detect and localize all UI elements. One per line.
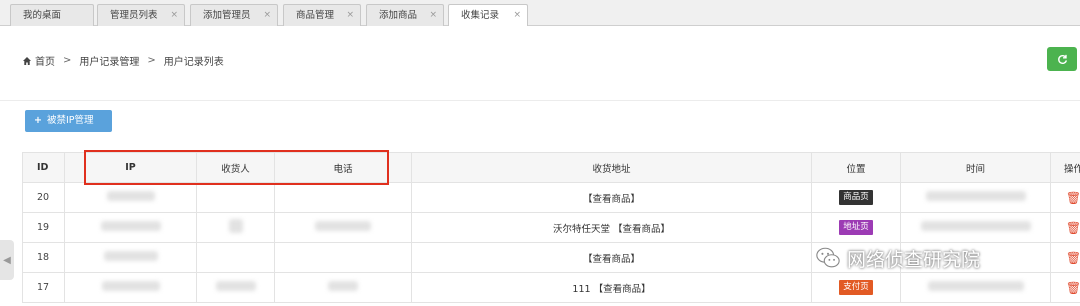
tab-add-product[interactable]: 添加商品 × — [366, 4, 444, 26]
cell-position: 支付页 — [811, 272, 901, 303]
breadcrumb-level2: 用户记录列表 — [163, 57, 224, 68]
cell-phone — [274, 242, 412, 273]
cell-ip-redacted — [64, 272, 197, 303]
cell-id: 20 — [22, 182, 65, 213]
cell-receiver — [196, 242, 275, 273]
close-icon[interactable]: × — [513, 5, 521, 26]
tab-label: 管理员列表 — [110, 10, 158, 21]
position-badge: 地址页 — [839, 220, 873, 235]
highlight-box — [84, 150, 389, 185]
refresh-button[interactable] — [1047, 47, 1077, 71]
tab-product-manage[interactable]: 商品管理 × — [283, 4, 361, 26]
cell-address[interactable]: 【查看商品】 — [411, 242, 812, 273]
cell-address[interactable]: 沃尔特任天堂 【查看商品】 — [411, 212, 812, 243]
trash-icon[interactable]: 🗑 — [1066, 251, 1080, 265]
cell-ip-redacted — [64, 212, 197, 243]
redacted-block — [328, 281, 358, 291]
cell-time-redacted — [900, 182, 1051, 213]
col-header-position[interactable]: 位置 — [811, 152, 901, 183]
cell-receiver-redacted — [196, 212, 275, 243]
cell-id: 18 — [22, 242, 65, 273]
table-row: 20 【查看商品】 商品页 🗑 — [22, 182, 1080, 213]
cell-address[interactable]: 【查看商品】 — [411, 182, 812, 213]
watermark-text: 网络侦查研究院 — [847, 248, 981, 271]
tab-bar: 我的桌面 管理员列表 × 添加管理员 × 商品管理 × 添加商品 × 收集记录 × — [0, 0, 1080, 27]
redacted-block — [100, 221, 161, 231]
cell-ip-redacted — [64, 182, 197, 213]
cell-receiver-redacted — [196, 272, 275, 303]
breadcrumb-separator: > — [63, 55, 72, 66]
table-row: 19 沃尔特任天堂 【查看商品】 地址页 🗑 — [22, 212, 1080, 243]
cell-phone-redacted — [274, 212, 412, 243]
tab-label: 收集记录 — [461, 10, 500, 21]
redacted-block — [925, 191, 1026, 201]
tab-label: 添加商品 — [379, 10, 418, 21]
tab-add-admin[interactable]: 添加管理员 × — [190, 4, 278, 26]
breadcrumb-separator: > — [147, 55, 156, 66]
refresh-icon — [1057, 54, 1067, 64]
col-header-id[interactable]: ID — [22, 152, 65, 183]
position-badge: 支付页 — [839, 280, 873, 295]
redacted-block — [215, 281, 256, 291]
table-row: 17 111 【查看商品】 支付页 🗑 — [22, 272, 1080, 303]
redacted-block — [103, 251, 158, 261]
cell-ip-redacted — [64, 242, 197, 273]
trash-icon[interactable]: 🗑 — [1066, 191, 1080, 205]
redacted-block — [927, 281, 1024, 291]
tab-label: 我的桌面 — [23, 10, 62, 21]
redacted-block — [315, 221, 371, 231]
trash-icon[interactable]: 🗑 — [1066, 281, 1080, 295]
tab-my-desktop[interactable]: 我的桌面 — [10, 4, 94, 26]
button-label: 被禁IP管理 — [47, 115, 94, 126]
col-header-ops: 操作 — [1050, 152, 1080, 183]
cell-position: 商品页 — [811, 182, 901, 213]
position-badge: 商品页 — [839, 190, 873, 205]
cell-id: 17 — [22, 272, 65, 303]
breadcrumb-bar: 首页 > 用户记录管理 > 用户记录列表 — [0, 26, 1080, 90]
redacted-block — [228, 219, 243, 233]
cell-phone-redacted — [274, 272, 412, 303]
cell-id: 19 — [22, 212, 65, 243]
cell-time-redacted — [900, 212, 1051, 243]
cell-ops: 🗑 — [1050, 272, 1080, 303]
watermark: 网络侦查研究院 — [815, 243, 980, 273]
redacted-block — [101, 281, 160, 291]
cell-ops: 🗑 — [1050, 242, 1080, 273]
cell-address[interactable]: 111 【查看商品】 — [411, 272, 812, 303]
banned-ip-manage-button[interactable]: + 被禁IP管理 — [25, 110, 112, 132]
tab-admin-list[interactable]: 管理员列表 × — [97, 4, 185, 26]
cell-ops: 🗑 — [1050, 182, 1080, 213]
tab-label: 商品管理 — [296, 10, 335, 21]
redacted-block — [920, 221, 1031, 231]
divider — [0, 100, 1080, 101]
cell-position: 地址页 — [811, 212, 901, 243]
plus-icon: + — [34, 115, 42, 126]
cell-phone — [274, 182, 412, 213]
close-icon[interactable]: × — [429, 5, 437, 26]
cell-ops: 🗑 — [1050, 212, 1080, 243]
tab-collect-records[interactable]: 收集记录 × — [448, 4, 528, 27]
breadcrumb: 首页 > 用户记录管理 > 用户记录列表 — [22, 53, 224, 68]
cell-receiver — [196, 182, 275, 213]
close-icon[interactable]: × — [263, 5, 271, 26]
col-header-time[interactable]: 时间 — [900, 152, 1051, 183]
breadcrumb-home[interactable]: 首页 — [35, 53, 55, 68]
breadcrumb-level1[interactable]: 用户记录管理 — [79, 53, 139, 68]
col-header-address[interactable]: 收货地址 — [411, 152, 812, 183]
wechat-logo-icon — [816, 247, 840, 268]
home-icon — [23, 56, 31, 65]
trash-icon[interactable]: 🗑 — [1066, 221, 1080, 235]
close-icon[interactable]: × — [170, 5, 178, 26]
close-icon[interactable]: × — [346, 5, 354, 26]
redacted-block — [106, 191, 155, 201]
tab-label: 添加管理员 — [203, 10, 251, 21]
cell-time-redacted — [900, 272, 1051, 303]
chevron-left-icon[interactable]: ◀ — [0, 240, 14, 280]
